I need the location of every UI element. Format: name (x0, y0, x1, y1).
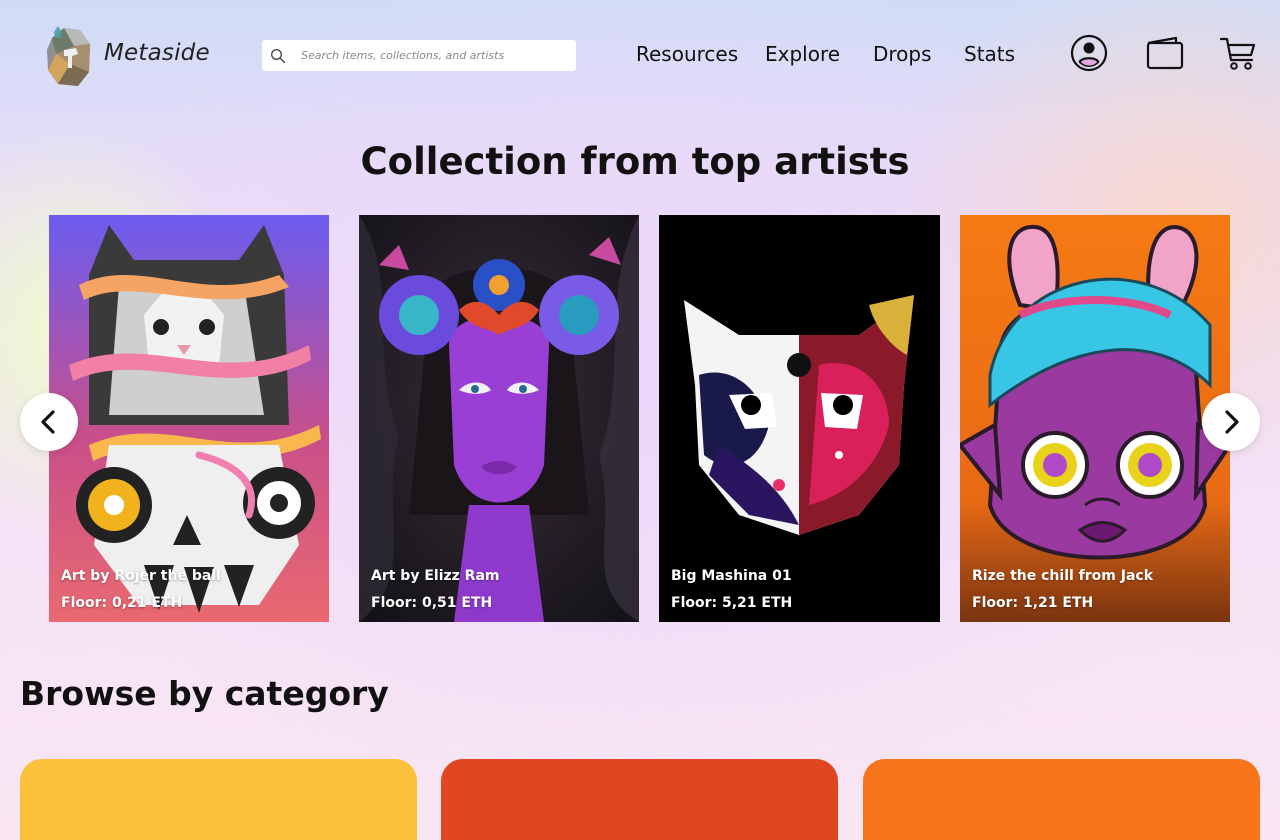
section-title-browse-category: Browse by category (20, 674, 389, 713)
collection-card-rize[interactable]: Rize the chill from Jack Floor: 1,21 ETH (960, 215, 1230, 622)
card-floor-price: Floor: 5,21 ETH (671, 595, 793, 611)
nav-stats[interactable]: Stats (964, 42, 1015, 66)
chevron-right-icon (1225, 410, 1239, 434)
profile-icon[interactable] (1070, 34, 1108, 72)
category-tile[interactable] (20, 759, 417, 840)
wallet-icon[interactable] (1145, 36, 1185, 70)
section-title-top-artists: Collection from top artists (360, 140, 910, 183)
search-bar[interactable] (262, 40, 576, 71)
card-title: Art by Elizz Ram (371, 568, 500, 584)
bunny-character-artwork (960, 215, 1230, 622)
carousel-prev-button[interactable] (20, 393, 78, 451)
purple-woman-artwork (359, 215, 639, 622)
card-title: Rize the chill from Jack (972, 568, 1154, 584)
nav-drops[interactable]: Drops (873, 42, 932, 66)
search-input[interactable] (301, 49, 561, 62)
collection-card-big-mashina[interactable]: Big Mashina 01 Floor: 5,21 ETH (659, 215, 940, 622)
card-floor-price: Floor: 0,21 ETH (61, 595, 183, 611)
category-tile[interactable] (441, 759, 838, 840)
search-icon (271, 48, 286, 63)
carousel-next-button[interactable] (1202, 393, 1260, 451)
nav-explore[interactable]: Explore (765, 42, 840, 66)
card-floor-price: Floor: 0,51 ETH (371, 595, 493, 611)
brand-name[interactable]: Metaside (104, 40, 210, 66)
nav-resources[interactable]: Resources (636, 42, 738, 66)
cat-skull-artwork (49, 215, 329, 622)
site-header: Metaside Resources Explore Drops Stats (0, 0, 1280, 110)
category-tile[interactable] (863, 759, 1260, 840)
chevron-left-icon (41, 410, 55, 434)
collection-card-elizz[interactable]: Art by Elizz Ram Floor: 0,51 ETH (359, 215, 639, 622)
cart-icon[interactable] (1219, 34, 1257, 72)
collection-card-rojer[interactable]: Art by Rojer the ball Floor: 0,21 ETH (49, 215, 329, 622)
metaside-logo-icon[interactable] (44, 24, 94, 88)
card-title: Art by Rojer the ball (61, 568, 221, 584)
cat-mask-artwork (659, 215, 940, 622)
card-title: Big Mashina 01 (671, 568, 792, 584)
card-floor-price: Floor: 1,21 ETH (972, 595, 1094, 611)
